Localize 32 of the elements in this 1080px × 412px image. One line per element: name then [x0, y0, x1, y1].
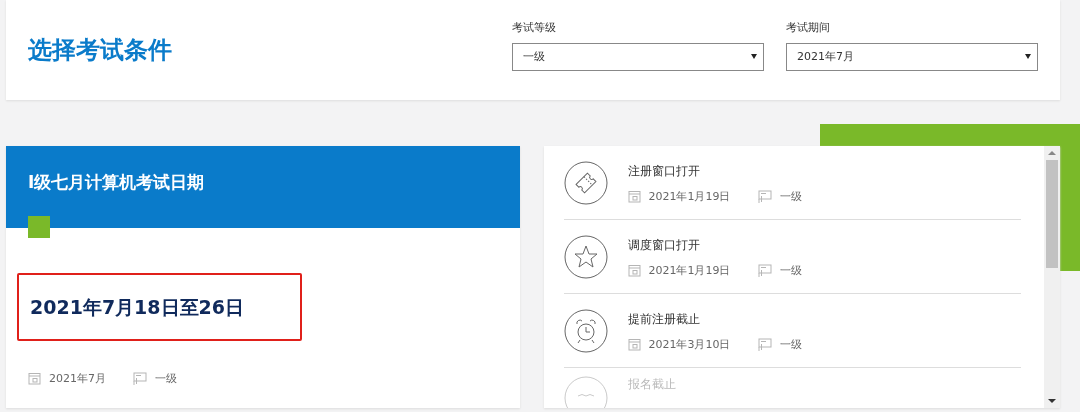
date-text: 2021年1月19日: [648, 262, 731, 278]
date-text: 2021年1月19日: [648, 188, 731, 204]
exam-date: 2021年7月18日至26日: [17, 273, 302, 341]
calendar-icon: [627, 189, 641, 203]
level-text: 一级: [155, 371, 177, 386]
calendar-icon: [627, 263, 641, 277]
round-icon: [563, 376, 608, 408]
dropdown[interactable]: 一级: [512, 42, 764, 71]
flag-icon: [756, 263, 772, 277]
milestone-title: 报名截止: [627, 376, 676, 393]
ticket-icon: [563, 161, 608, 205]
flag-icon: [756, 189, 772, 203]
filter-label: 考试期间: [786, 19, 831, 35]
milestone-title: 提前注册截止: [627, 310, 701, 328]
milestone-title: 调度窗口打开: [627, 236, 701, 254]
accent-square: [28, 216, 50, 238]
date-text: 2021年3月10日: [648, 336, 731, 352]
date-text: 2021年7月: [49, 371, 106, 386]
calendar-icon: [627, 337, 641, 351]
flag-icon: [756, 337, 772, 351]
level-text: 一级: [779, 188, 802, 204]
page-title: 选择考试条件: [28, 35, 172, 66]
filter-label: 考试等级: [512, 19, 557, 35]
scrollbar[interactable]: [1044, 146, 1060, 408]
dropdown[interactable]: 2021年7月: [786, 42, 1038, 71]
level-text: 一级: [779, 336, 802, 352]
card-title: I级七月计算机考试日期: [28, 170, 205, 194]
flag-icon: [132, 372, 147, 385]
calendar-icon: [28, 372, 41, 385]
milestone-title: 注册窗口打开: [627, 162, 701, 180]
level-text: 一级: [779, 262, 802, 278]
alarm-clock-icon: [563, 309, 608, 353]
